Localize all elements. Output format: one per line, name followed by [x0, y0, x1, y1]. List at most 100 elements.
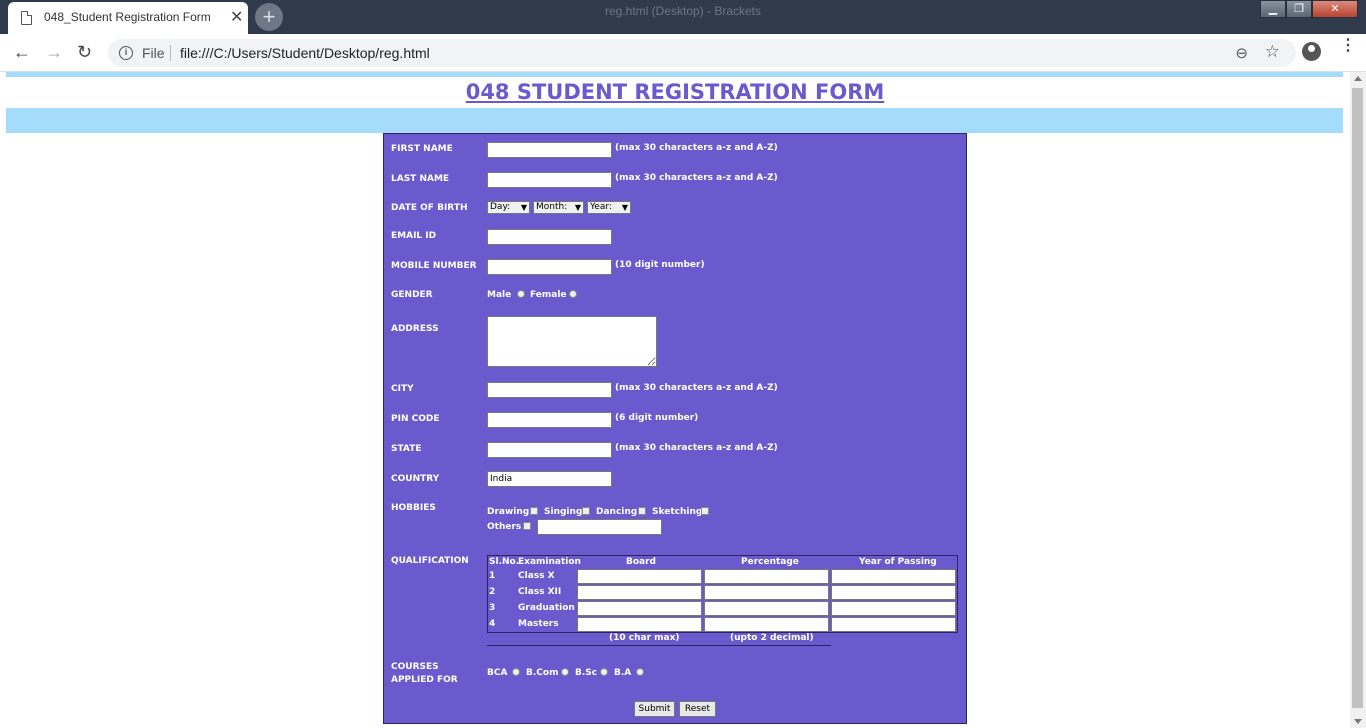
course-ba-label: B.A: [614, 668, 632, 678]
city-input[interactable]: [487, 382, 612, 398]
email-input[interactable]: [487, 229, 612, 245]
percentage-note: (upto 2 decimal): [730, 633, 814, 643]
female-radio[interactable]: [569, 290, 577, 298]
col-header-board: Board: [626, 557, 656, 567]
first-name-label: FIRST NAME: [391, 144, 453, 154]
year-input-2[interactable]: [831, 585, 956, 600]
hobbies-label: HOBBIES: [391, 503, 436, 513]
address-bar[interactable]: i File file:///C:/Users/Student/Desktop/…: [108, 39, 1296, 67]
qualification-label: QUALIFICATION: [391, 556, 469, 566]
page-content: 048 STUDENT REGISTRATION FORM FIRST NAME…: [0, 72, 1350, 728]
close-window-button[interactable]: ✕: [1312, 0, 1358, 18]
title-bar: reg.html (Desktop) - Brackets 048_Studen…: [0, 0, 1366, 34]
day-select[interactable]: Day:: [487, 201, 530, 214]
state-input[interactable]: [487, 442, 612, 458]
vertical-scrollbar[interactable]: [1350, 72, 1366, 728]
row-slno: 4: [489, 619, 496, 629]
hobby-drawing-checkbox[interactable]: [530, 507, 538, 515]
course-bcom-radio[interactable]: [561, 668, 569, 676]
courses-label-line1: COURSES: [391, 662, 439, 672]
file-icon: [21, 11, 32, 25]
hobby-singing-checkbox[interactable]: [582, 507, 590, 515]
tab-active[interactable]: 048_Student Registration Form ✕: [8, 2, 248, 34]
scroll-up-icon[interactable]: [1354, 76, 1362, 81]
last-name-input[interactable]: [487, 172, 612, 188]
board-input-4[interactable]: [577, 617, 702, 632]
bookmark-star-icon[interactable]: ☆: [1265, 42, 1280, 62]
hobby-dancing-checkbox[interactable]: [638, 507, 646, 515]
pin-label: PIN CODE: [391, 414, 440, 424]
last-name-note: (max 30 characters a-z and A-Z): [615, 173, 778, 183]
percentage-input-1[interactable]: [704, 569, 829, 584]
percentage-input-3[interactable]: [704, 601, 829, 616]
reload-icon[interactable]: ↻: [77, 42, 92, 62]
mobile-note: (10 digit number): [615, 260, 705, 270]
hobby-dancing-label: Dancing: [596, 507, 638, 517]
hobby-others-input[interactable]: [537, 519, 662, 535]
account-icon[interactable]: [1302, 42, 1321, 61]
year-input-4[interactable]: [831, 617, 956, 632]
zoom-icon[interactable]: ⊖: [1235, 44, 1248, 62]
submit-button[interactable]: Submit: [634, 701, 675, 717]
first-name-note: (max 30 characters a-z and A-Z): [615, 143, 778, 153]
course-bca-radio[interactable]: [512, 668, 520, 676]
row-exam: Class X: [518, 571, 555, 581]
col-header-percentage: Percentage: [741, 557, 799, 567]
hobby-drawing-label: Drawing: [487, 507, 530, 517]
menu-icon[interactable]: ⋮: [1340, 38, 1356, 54]
forward-icon[interactable]: →: [45, 42, 63, 62]
new-tab-button[interactable]: +: [255, 3, 283, 31]
site-info-icon[interactable]: i: [119, 46, 133, 60]
pin-input[interactable]: [487, 412, 612, 428]
registration-form: FIRST NAME (max 30 characters a-z and A-…: [383, 133, 967, 724]
address-textarea[interactable]: [487, 316, 657, 367]
header-band-bottom: [6, 108, 1343, 133]
mobile-input[interactable]: [487, 259, 612, 275]
board-note: (10 char max): [609, 633, 680, 643]
col-header-slno: Sl.No.: [489, 557, 520, 567]
file-label: File: [142, 45, 165, 61]
percentage-input-2[interactable]: [704, 585, 829, 600]
male-radio[interactable]: [517, 290, 525, 298]
percentage-input-4[interactable]: [704, 617, 829, 632]
scroll-thumb[interactable]: [1352, 88, 1363, 708]
maximize-button[interactable]: ❐: [1286, 0, 1312, 18]
mobile-label: MOBILE NUMBER: [391, 261, 477, 271]
year-select[interactable]: Year:: [587, 201, 631, 214]
row-exam: Masters: [518, 619, 559, 629]
last-name-label: LAST NAME: [391, 174, 450, 184]
course-bsc-radio[interactable]: [600, 668, 608, 676]
country-input[interactable]: India: [487, 471, 612, 487]
board-input-2[interactable]: [577, 585, 702, 600]
dob-label: DATE OF BIRTH: [391, 203, 468, 213]
browser-toolbar: ← → ↻ i File file:///C:/Users/Student/De…: [0, 34, 1366, 72]
close-tab-icon[interactable]: ✕: [230, 7, 243, 27]
back-icon[interactable]: ←: [13, 42, 31, 62]
city-note: (max 30 characters a-z and A-Z): [615, 383, 778, 393]
row-slno: 2: [489, 587, 496, 597]
first-name-input[interactable]: [487, 142, 612, 158]
window-controls: ▁ ❐ ✕: [1260, 0, 1358, 18]
url-text[interactable]: file:///C:/Users/Student/Desktop/reg.htm…: [180, 45, 430, 61]
board-input-1[interactable]: [577, 569, 702, 584]
female-label: Female: [530, 290, 567, 300]
country-label: COUNTRY: [391, 474, 440, 484]
course-bca-label: BCA: [487, 668, 508, 678]
hobby-sketching-label: Sketching: [652, 507, 703, 517]
hobby-others-checkbox[interactable]: [523, 522, 531, 530]
state-label: STATE: [391, 444, 422, 454]
scroll-down-icon[interactable]: [1354, 719, 1362, 724]
reset-button[interactable]: Reset: [679, 701, 716, 717]
hobby-singing-label: Singing: [544, 507, 583, 517]
pin-note: (6 digit number): [615, 413, 699, 423]
year-input-3[interactable]: [831, 601, 956, 616]
hobby-others-label: Others: [487, 522, 522, 532]
male-label: Male: [487, 290, 512, 300]
course-ba-radio[interactable]: [636, 668, 644, 676]
header-band-top: [6, 72, 1343, 77]
month-select[interactable]: Month:: [533, 201, 584, 214]
hobby-sketching-checkbox[interactable]: [701, 507, 709, 515]
minimize-button[interactable]: ▁: [1260, 0, 1286, 18]
year-input-1[interactable]: [831, 569, 956, 584]
board-input-3[interactable]: [577, 601, 702, 616]
